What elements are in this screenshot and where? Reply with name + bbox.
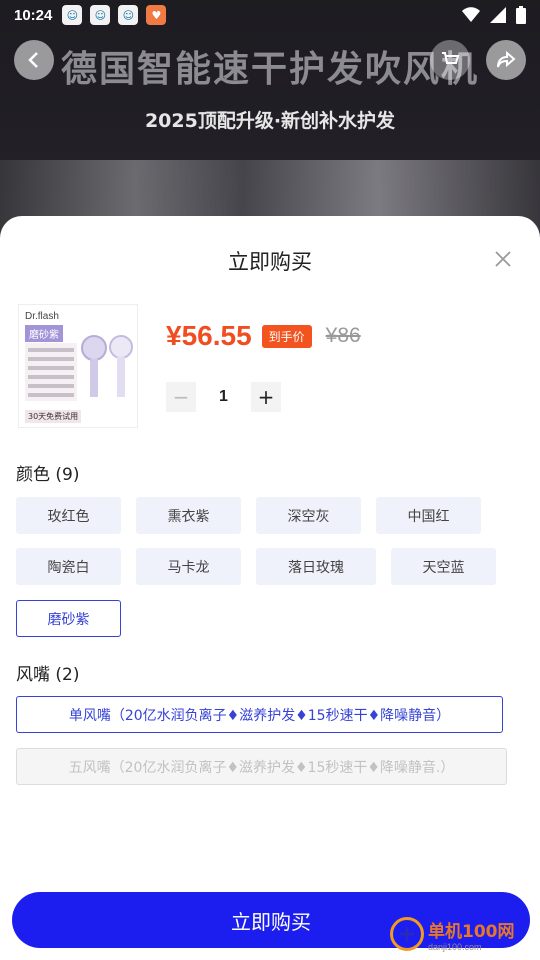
- color-option[interactable]: 中国红: [376, 497, 481, 534]
- back-arrow-icon: [28, 52, 38, 68]
- thumbnail-color-label: 磨砂紫: [25, 325, 63, 342]
- battery-icon: [516, 6, 526, 24]
- thumbnail-footer: 30天免费试用: [25, 410, 82, 423]
- increase-quantity-button[interactable]: +: [251, 382, 281, 412]
- close-button[interactable]: [488, 244, 518, 274]
- signal-icon: [490, 7, 506, 23]
- wifi-icon: [462, 7, 480, 22]
- current-price: ¥56.55: [166, 320, 252, 351]
- status-time: 10:24: [14, 6, 53, 24]
- color-option[interactable]: 马卡龙: [136, 548, 241, 585]
- sheet-title: 立即购买: [228, 250, 312, 274]
- original-price: ¥86: [325, 324, 361, 347]
- price-row: ¥56.55 到手价 ¥86: [166, 320, 361, 352]
- hair-dryer-handle-2: [117, 357, 125, 397]
- cart-button[interactable]: [430, 40, 470, 80]
- watermark-logo-icon: [390, 917, 424, 951]
- product-thumbnail[interactable]: Dr.flash 磨砂紫 30天免费试用: [18, 304, 138, 428]
- product-banner: 德国智能速干护发吹风机 2025顶配升级·新创补水护发: [0, 0, 540, 250]
- color-option[interactable]: 熏衣紫: [136, 497, 241, 534]
- color-option[interactable]: 深空灰: [256, 497, 361, 534]
- color-option[interactable]: 玫红色: [16, 497, 121, 534]
- color-option[interactable]: 天空蓝: [391, 548, 496, 585]
- site-watermark: 单机100网 danji100.com: [390, 908, 540, 960]
- color-option[interactable]: 陶瓷白: [16, 548, 121, 585]
- back-button[interactable]: [14, 40, 54, 80]
- status-bar: 10:24 ☺ ☺ ☺ ♥: [0, 0, 540, 30]
- color-section-label: 颜色 (9): [16, 465, 80, 485]
- hair-dryer-handle: [90, 359, 98, 397]
- quantity-stepper: − 1 +: [166, 382, 281, 412]
- close-icon: [495, 251, 511, 267]
- app-icon-1: ☺: [62, 5, 83, 25]
- decrease-quantity-button[interactable]: −: [166, 382, 196, 412]
- nozzle-section-label: 风嘴 (2): [16, 665, 80, 685]
- hair-dryer-image-2: [109, 335, 133, 359]
- banner-subtitle: 2025顶配升级·新创补水护发: [144, 110, 396, 132]
- heart-app-icon: ♥: [146, 5, 167, 25]
- app-icon-2: ☺: [90, 5, 111, 25]
- share-icon: [497, 50, 516, 68]
- nozzle-option-disabled: 五风嘴（20亿水润负离子♦滋养护发♦15秒速干♦降噪静音.）: [16, 748, 507, 785]
- color-option-selected[interactable]: 磨砂紫: [16, 600, 121, 637]
- quantity-value: 1: [219, 388, 228, 405]
- hair-dryer-image: [81, 335, 107, 361]
- share-button[interactable]: [486, 40, 526, 80]
- cart-icon: [442, 52, 460, 64]
- thumbnail-brand: Dr.flash: [25, 311, 59, 322]
- color-option[interactable]: 落日玫瑰: [256, 548, 376, 585]
- app-icon-3: ☺: [118, 5, 139, 25]
- watermark-text: 单机100网: [428, 921, 515, 942]
- nozzle-option-selected[interactable]: 单风嘴（20亿水润负离子♦滋养护发♦15秒速干♦降噪静音）: [16, 696, 503, 733]
- watermark-url: danji100.com: [428, 941, 482, 952]
- purchase-sheet: 立即购买 Dr.flash 磨砂紫 30天免费试用 ¥56.55 到手价 ¥86…: [0, 216, 540, 960]
- thumbnail-text-block: [25, 343, 77, 401]
- final-price-badge: 到手价: [261, 324, 312, 348]
